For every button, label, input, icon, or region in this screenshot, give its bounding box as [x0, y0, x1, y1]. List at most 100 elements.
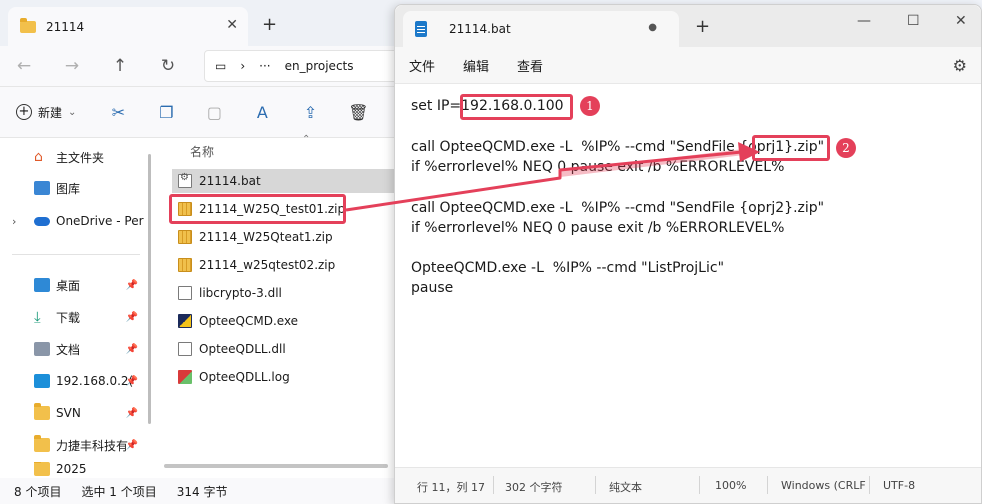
file-row-dll[interactable]: OpteeQDLL.dll — [172, 337, 400, 361]
paste-icon[interactable]: ▢ — [190, 103, 238, 122]
explorer-status-bar: 8 个项目 选中 1 个项目 314 字节 — [0, 478, 400, 504]
explorer-address-bar: ← → ↑ ↻ ▭ › ··· en_projects — [0, 46, 404, 86]
file-name: OpteeQDLL.log — [199, 370, 290, 384]
sidebar-item-gallery[interactable]: 图库 — [0, 173, 152, 203]
cursor-position: 行 11，列 17 — [417, 481, 485, 494]
pin-icon[interactable]: 📌 — [126, 440, 138, 451]
file-name: 21114_W25Qteat1.zip — [199, 230, 333, 244]
explorer-titlebar: 21114 ✕ + — [0, 0, 400, 46]
path-more-button[interactable]: ··· — [259, 59, 270, 73]
annotation-badge-2: 2 — [836, 138, 856, 158]
explorer-tab-title: 21114 — [46, 19, 85, 34]
rename-icon[interactable]: A — [238, 103, 286, 122]
notepad-status-bar: 行 11，列 17 302 个字符 纯文本 100% Windows (CRLF… — [395, 467, 981, 503]
sidebar-item-company[interactable]: 力捷丰科技有 📌 — [0, 430, 152, 460]
up-arrow-icon[interactable]: ↑ — [96, 56, 144, 76]
item-count: 8 个项目 — [14, 484, 62, 499]
log-file-icon — [178, 370, 192, 384]
desktop-icon — [34, 278, 50, 292]
annotation-highlight-zip — [169, 194, 346, 224]
file-list-pane: ⌃ 名称 21114.bat 21114_W25Q_test01.zip 211… — [152, 134, 400, 478]
gallery-icon — [34, 181, 50, 195]
status-separator — [699, 476, 700, 494]
sidebar-item-label: OneDrive - Per — [56, 214, 144, 228]
file-row-bat[interactable]: 21114.bat — [172, 169, 400, 193]
forward-arrow-icon[interactable]: → — [48, 56, 96, 76]
download-icon: ⤓ — [34, 308, 41, 326]
cut-icon[interactable]: ✂ — [94, 103, 142, 122]
sidebar-item-home[interactable]: ⌂ 主文件夹 — [0, 142, 152, 172]
pin-icon[interactable]: 📌 — [126, 376, 138, 387]
file-list-scrollbar[interactable] — [164, 464, 388, 468]
gear-icon[interactable]: ⚙ — [953, 56, 967, 75]
copy-icon[interactable]: ❐ — [142, 103, 190, 122]
home-icon: ⌂ — [34, 149, 43, 165]
sidebar-item-label: 文档 — [56, 342, 81, 357]
refresh-icon[interactable]: ↻ — [144, 56, 192, 76]
pin-icon[interactable]: 📌 — [126, 280, 138, 291]
sidebar-item-downloads[interactable]: ⤓ 下载 📌 — [0, 302, 152, 332]
pin-icon[interactable]: 📌 — [126, 408, 138, 419]
executable-icon — [178, 314, 192, 328]
sidebar-item-onedrive[interactable]: › OneDrive - Per — [0, 206, 152, 236]
file-row-zip[interactable]: 21114_W25Qteat1.zip — [172, 225, 400, 249]
monitor-icon — [34, 374, 50, 388]
notepad-new-tab-button[interactable]: + — [695, 16, 710, 37]
menu-edit[interactable]: 编辑 — [463, 56, 489, 75]
sidebar-item-documents[interactable]: 文档 📌 — [0, 334, 152, 364]
sidebar-item-label: 192.168.0.2( — [56, 374, 134, 388]
status-separator — [493, 476, 494, 494]
zoom-level[interactable]: 100% — [715, 479, 746, 492]
sidebar-item-label: 下载 — [56, 310, 81, 325]
file-row-dll[interactable]: libcrypto-3.dll — [172, 281, 400, 305]
notepad-tab[interactable]: 21114.bat ● — [403, 11, 679, 47]
plus-circle-icon: + — [16, 104, 32, 120]
notepad-window: 21114.bat ● + — ☐ ✕ 文件 编辑 查看 ⚙ set IP=19… — [394, 4, 982, 504]
sidebar-item-2025[interactable]: 2025 — [0, 462, 152, 478]
back-arrow-icon[interactable]: ← — [0, 56, 48, 76]
text-line: call OpteeQCMD.exe -L %IP% --cmd "SendFi… — [411, 200, 825, 216]
batch-file-icon — [178, 172, 192, 188]
file-row-zip[interactable]: 21114_w25qtest02.zip — [172, 253, 400, 277]
selected-count: 选中 1 个项目 — [81, 484, 157, 499]
notepad-text-area[interactable]: set IP=192.168.0.100 call OpteeQCMD.exe … — [395, 83, 981, 461]
notepad-menu-bar: 文件 编辑 查看 ⚙ — [395, 47, 981, 83]
new-tab-button[interactable]: + — [262, 14, 277, 35]
sidebar-item-label: 图库 — [56, 181, 81, 196]
chevron-down-icon: ⌄ — [68, 106, 77, 118]
pin-icon[interactable]: 📌 — [126, 312, 138, 323]
close-tab-icon[interactable]: ✕ — [226, 17, 238, 33]
column-header-name[interactable]: 名称 — [190, 143, 214, 160]
file-row-exe[interactable]: OpteeQCMD.exe — [172, 309, 400, 333]
sidebar-item-desktop[interactable]: 桌面 📌 — [0, 270, 152, 300]
path-segment[interactable]: en_projects — [285, 59, 354, 73]
folder-icon — [20, 17, 36, 33]
notepad-titlebar: 21114.bat ● + — ☐ ✕ — [395, 5, 981, 47]
unsaved-dot-icon[interactable]: ● — [648, 22, 657, 33]
close-window-icon[interactable]: ✕ — [955, 13, 967, 29]
sidebar-item-label: 主文件夹 — [56, 150, 105, 165]
menu-view[interactable]: 查看 — [517, 56, 543, 75]
file-name: 21114.bat — [199, 174, 261, 188]
menu-file[interactable]: 文件 — [409, 56, 435, 75]
sidebar-item-svn[interactable]: SVN 📌 — [0, 398, 152, 428]
file-name: libcrypto-3.dll — [199, 286, 282, 300]
line-ending[interactable]: Windows (CRLF — [781, 479, 866, 492]
share-icon[interactable]: ⇪ — [286, 103, 334, 122]
delete-icon[interactable]: 🗑 — [334, 103, 382, 122]
monitor-icon: ▭ — [215, 59, 227, 73]
chevron-right-icon[interactable]: › — [12, 215, 16, 228]
file-row-log[interactable]: OpteeQDLL.log — [172, 365, 400, 389]
pin-icon[interactable]: 📌 — [126, 344, 138, 355]
file-name: 21114_w25qtest02.zip — [199, 258, 336, 272]
explorer-command-bar: + 新建 ⌄ ✂ ❐ ▢ A ⇪ 🗑 — [0, 86, 400, 138]
sidebar-scrollbar[interactable] — [148, 154, 151, 424]
sidebar-item-network[interactable]: 192.168.0.2( 📌 — [0, 366, 152, 396]
explorer-tab[interactable]: 21114 ✕ — [8, 7, 248, 46]
cloud-icon — [34, 216, 50, 226]
minimize-icon[interactable]: — — [857, 13, 871, 29]
new-button[interactable]: + 新建 ⌄ — [16, 104, 76, 121]
maximize-icon[interactable]: ☐ — [907, 13, 920, 29]
address-path-box[interactable]: ▭ › ··· en_projects — [204, 50, 404, 82]
encoding[interactable]: UTF-8 — [883, 479, 915, 492]
